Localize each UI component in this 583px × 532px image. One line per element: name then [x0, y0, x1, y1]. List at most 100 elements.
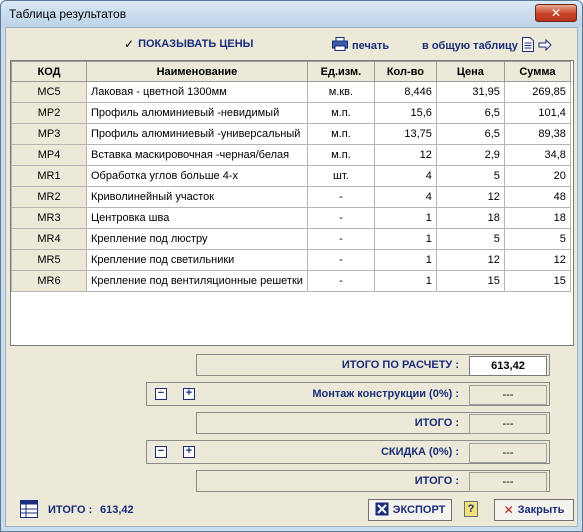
minus-icon[interactable]: −	[155, 388, 167, 400]
results-grid: КОД Наименование Ед.изм. Кол-во Цена Сум…	[10, 60, 574, 346]
export-button[interactable]: ЭКСПОРТ	[368, 499, 452, 521]
discount-label: СКИДКА (0%) :	[380, 446, 459, 458]
cell-price: 31,95	[435, 81, 505, 103]
footer-total-value: 613,42	[100, 504, 134, 516]
to-common-table-button[interactable]: в общую таблицу	[422, 37, 552, 55]
col-header-code[interactable]: КОД	[11, 61, 87, 82]
col-header-qty[interactable]: Кол-во	[373, 61, 437, 82]
cell-code: MR5	[11, 249, 87, 271]
cell-name: Вставка маскировочная -черная/белая	[86, 144, 308, 166]
cell-qty: 8,446	[373, 81, 437, 103]
print-button[interactable]: печать	[332, 37, 389, 54]
mount-total-label: ИТОГО :	[414, 417, 459, 429]
minus-icon[interactable]: −	[155, 446, 167, 458]
table-row[interactable]: MR4 Крепление под люстру - 1 5 5	[11, 228, 571, 250]
table-row[interactable]: MC5 Лаковая - цветной 1300мм м.кв. 8,446…	[11, 81, 571, 103]
col-header-price[interactable]: Цена	[435, 61, 505, 82]
cell-price: 15	[435, 270, 505, 292]
cell-unit: -	[306, 186, 375, 208]
toolbar: ✓ ПОКАЗЫВАТЬ ЦЕНЫ печать в общую таблицу	[6, 28, 577, 60]
cell-code: MR3	[11, 207, 87, 229]
discount-value: ---	[469, 443, 547, 463]
plus-icon[interactable]: +	[183, 446, 195, 458]
cell-unit: -	[306, 207, 375, 229]
results-window: Таблица результатов ✕ ✓ ПОКАЗЫВАТЬ ЦЕНЫ …	[0, 0, 583, 532]
table-icon[interactable]	[20, 500, 38, 521]
table-row[interactable]: MR3 Центровка шва - 1 18 18	[11, 207, 571, 229]
cell-qty: 15,6	[373, 102, 437, 124]
calc-total-label: ИТОГО ПО РАСЧЕТУ :	[341, 359, 459, 371]
table-row[interactable]: MR2 Криволинейный участок - 4 12 48	[11, 186, 571, 208]
cell-sum: 12	[503, 249, 571, 271]
cell-unit: -	[306, 228, 375, 250]
cell-sum: 101,4	[503, 102, 571, 124]
cell-name: Центровка шва	[86, 207, 308, 229]
cell-sum: 20	[503, 165, 571, 187]
cell-name: Лаковая - цветной 1300мм	[86, 81, 308, 103]
col-header-unit[interactable]: Ед.изм.	[306, 61, 375, 82]
help-label: ?	[467, 503, 475, 515]
cell-qty: 1	[373, 270, 437, 292]
cell-unit: -	[306, 270, 375, 292]
cell-price: 5	[435, 228, 505, 250]
calc-total-panel: ИТОГО ПО РАСЧЕТУ : 613,42	[196, 354, 550, 376]
help-button[interactable]: ?	[464, 501, 478, 517]
cell-price: 5	[435, 165, 505, 187]
show-prices-toggle[interactable]: ✓ ПОКАЗЫВАТЬ ЦЕНЫ	[124, 37, 253, 51]
arrow-right-icon	[538, 38, 552, 54]
printer-icon	[332, 37, 348, 54]
export-icon	[375, 502, 389, 519]
cell-unit: м.п.	[306, 123, 375, 145]
cell-name: Профиль алюминиевый -невидимый	[86, 102, 308, 124]
mount-value: ---	[469, 385, 547, 405]
cell-code: MP3	[11, 123, 87, 145]
table-row[interactable]: MP4 Вставка маскировочная -черная/белая …	[11, 144, 571, 166]
cell-price: 6,5	[435, 102, 505, 124]
plus-icon[interactable]: +	[183, 388, 195, 400]
cell-price: 12	[435, 186, 505, 208]
cell-qty: 1	[373, 249, 437, 271]
export-label: ЭКСПОРТ	[392, 504, 446, 516]
cell-unit: шт.	[306, 165, 375, 187]
cell-sum: 18	[503, 207, 571, 229]
cell-sum: 48	[503, 186, 571, 208]
window-client: ✓ ПОКАЗЫВАТЬ ЦЕНЫ печать в общую таблицу	[5, 27, 578, 527]
cell-code: MR6	[11, 270, 87, 292]
mount-total-value: ---	[469, 414, 547, 434]
table-row[interactable]: MP3 Профиль алюминиевый -универсальный м…	[11, 123, 571, 145]
cell-qty: 4	[373, 165, 437, 187]
cell-qty: 4	[373, 186, 437, 208]
cell-unit: м.п.	[306, 144, 375, 166]
cell-name: Обработка углов больше 4-х	[86, 165, 308, 187]
cell-sum: 15	[503, 270, 571, 292]
cell-code: MP4	[11, 144, 87, 166]
col-header-sum[interactable]: Сумма	[503, 61, 571, 82]
cell-price: 12	[435, 249, 505, 271]
mount-total-panel: ИТОГО : ---	[196, 412, 550, 434]
cell-qty: 13,75	[373, 123, 437, 145]
close-button[interactable]: ✕ Закрыть	[494, 499, 574, 521]
mount-label: Монтаж конструкции (0%) :	[312, 388, 459, 400]
table-header-row: КОД Наименование Ед.изм. Кол-во Цена Сум…	[11, 61, 571, 82]
discount-total-label: ИТОГО :	[414, 475, 459, 487]
table-row[interactable]: MP2 Профиль алюминиевый -невидимый м.п. …	[11, 102, 571, 124]
cell-code: MR4	[11, 228, 87, 250]
results-table: КОД Наименование Ед.изм. Кол-во Цена Сум…	[11, 61, 571, 292]
cell-code: MC5	[11, 81, 87, 103]
close-label: Закрыть	[517, 504, 565, 516]
cell-sum: 5	[503, 228, 571, 250]
cell-qty: 1	[373, 228, 437, 250]
cell-price: 6,5	[435, 123, 505, 145]
cell-sum: 34,8	[503, 144, 571, 166]
col-header-name[interactable]: Наименование	[86, 61, 308, 82]
cell-name: Крепление под светильники	[86, 249, 308, 271]
table-row[interactable]: MR5 Крепление под светильники - 1 12 12	[11, 249, 571, 271]
table-row[interactable]: MR1 Обработка углов больше 4-х шт. 4 5 2…	[11, 165, 571, 187]
cell-code: MR1	[11, 165, 87, 187]
print-label: печать	[352, 39, 390, 52]
cell-qty: 12	[373, 144, 437, 166]
cell-sum: 89,38	[503, 123, 571, 145]
cell-unit: -	[306, 249, 375, 271]
table-row[interactable]: MR6 Крепление под вентиляционные решетки…	[11, 270, 571, 292]
window-close-button[interactable]: ✕	[535, 4, 577, 22]
